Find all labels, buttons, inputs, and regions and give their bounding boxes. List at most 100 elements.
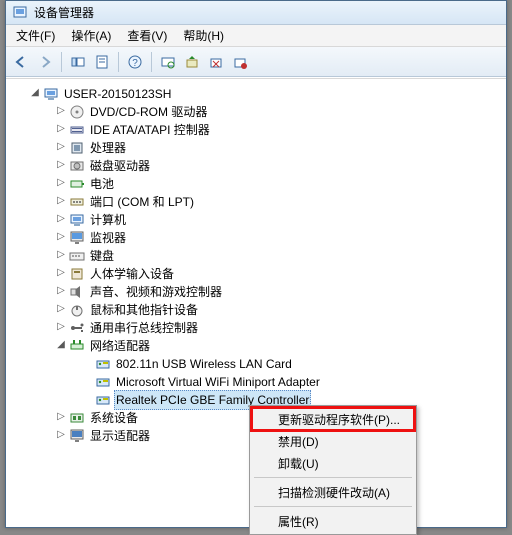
tree-node[interactable]: ▷ 磁盘驱动器 xyxy=(10,157,502,175)
menu-scan-hardware[interactable]: 扫描检测硬件改动(A) xyxy=(252,481,414,503)
tree-label: 处理器 xyxy=(88,139,128,157)
tree-label: 显示适配器 xyxy=(88,427,152,445)
tree-node[interactable]: ▷ 键盘 xyxy=(10,247,502,265)
disable-button[interactable] xyxy=(229,51,251,73)
menu-item-label: 属性(R) xyxy=(278,513,319,530)
menu-file[interactable]: 文件(F) xyxy=(10,25,61,46)
network-card-icon xyxy=(95,374,111,390)
context-menu: 更新驱动程序软件(P)... 禁用(D) 卸载(U) 扫描检测硬件改动(A) 属… xyxy=(249,405,417,535)
tree-node[interactable]: ◢ 网络适配器 xyxy=(10,337,502,355)
tree-label: 声音、视频和游戏控制器 xyxy=(88,283,224,301)
device-icon xyxy=(69,176,85,192)
expand-icon[interactable]: ▷ xyxy=(54,157,68,175)
menu-help[interactable]: 帮助(H) xyxy=(177,25,230,46)
device-icon xyxy=(69,428,85,444)
menu-disable[interactable]: 禁用(D) xyxy=(252,430,414,452)
tree-label: 鼠标和其他指针设备 xyxy=(88,301,200,319)
tree-node[interactable]: ◢ USER-20150123SH xyxy=(10,85,502,103)
expand-icon[interactable]: ▷ xyxy=(54,427,68,445)
device-icon xyxy=(69,284,85,300)
tree-label: 通用串行总线控制器 xyxy=(88,319,200,337)
app-icon xyxy=(12,5,28,21)
network-adapter-icon xyxy=(69,338,85,354)
network-card-icon xyxy=(95,392,111,408)
menu-separator xyxy=(254,477,412,478)
device-icon xyxy=(69,266,85,282)
menu-item-label: 扫描检测硬件改动(A) xyxy=(278,484,390,501)
menu-properties[interactable]: 属性(R) xyxy=(252,510,414,532)
expand-icon[interactable]: ▷ xyxy=(54,229,68,247)
device-icon xyxy=(69,140,85,156)
tree-node[interactable]: ▷ 鼠标和其他指针设备 xyxy=(10,301,502,319)
menu-action[interactable]: 操作(A) xyxy=(65,25,117,46)
tree-node[interactable]: ▷ DVD/CD-ROM 驱动器 xyxy=(10,103,502,121)
expand-icon[interactable]: ▷ xyxy=(54,409,68,427)
tree-label: 电池 xyxy=(88,175,116,193)
device-icon xyxy=(69,302,85,318)
titlebar: 设备管理器 xyxy=(6,1,506,25)
separator xyxy=(61,52,62,72)
tree-node[interactable]: 802.11n USB Wireless LAN Card xyxy=(10,355,502,373)
tree-label: 人体学输入设备 xyxy=(88,265,176,283)
uninstall-button[interactable] xyxy=(205,51,227,73)
menu-update-driver[interactable]: 更新驱动程序软件(P)... xyxy=(252,408,414,430)
expand-icon[interactable]: ▷ xyxy=(54,193,68,211)
menu-separator xyxy=(254,506,412,507)
expand-icon[interactable]: ▷ xyxy=(54,103,68,121)
device-manager-window: 设备管理器 文件(F) 操作(A) 查看(V) 帮助(H) ? ◢ USER-20… xyxy=(5,0,507,528)
tree-label: 键盘 xyxy=(88,247,116,265)
network-card-icon xyxy=(95,356,111,372)
tree-node[interactable]: ▷ 处理器 xyxy=(10,139,502,157)
tree-label: DVD/CD-ROM 驱动器 xyxy=(88,103,209,121)
device-icon xyxy=(69,104,85,120)
computer-icon xyxy=(43,86,59,102)
forward-button[interactable] xyxy=(34,51,56,73)
tree-label: 磁盘驱动器 xyxy=(88,157,152,175)
expand-icon[interactable]: ▷ xyxy=(54,175,68,193)
back-button[interactable] xyxy=(10,51,32,73)
menu-item-label: 更新驱动程序软件(P)... xyxy=(278,411,400,428)
tree-label: 网络适配器 xyxy=(88,337,152,355)
tree-label: 计算机 xyxy=(88,211,128,229)
menu-item-label: 禁用(D) xyxy=(278,433,319,450)
expand-icon[interactable]: ▷ xyxy=(54,265,68,283)
tree-node[interactable]: ▷ 计算机 xyxy=(10,211,502,229)
tree-node[interactable]: ▷ 声音、视频和游戏控制器 xyxy=(10,283,502,301)
expand-icon[interactable]: ▷ xyxy=(54,247,68,265)
menu-uninstall[interactable]: 卸载(U) xyxy=(252,452,414,474)
collapse-icon[interactable]: ◢ xyxy=(28,85,42,103)
tree-label: 监视器 xyxy=(88,229,128,247)
toolbar: ? xyxy=(6,47,506,77)
device-icon xyxy=(69,158,85,174)
tree-node[interactable]: ▷ 电池 xyxy=(10,175,502,193)
tree-node[interactable]: ▷端口 (COM 和 LPT) xyxy=(10,193,502,211)
tree-label: USER-20150123SH xyxy=(62,85,173,103)
device-icon xyxy=(69,122,85,138)
show-hide-tree-button[interactable] xyxy=(67,51,89,73)
expand-icon[interactable]: ▷ xyxy=(54,211,68,229)
expand-icon[interactable]: ▷ xyxy=(54,139,68,157)
device-icon xyxy=(69,410,85,426)
tree-label: Microsoft Virtual WiFi Miniport Adapter xyxy=(114,373,322,391)
expand-icon[interactable]: ▷ xyxy=(54,301,68,319)
device-icon xyxy=(69,320,85,336)
scan-hardware-button[interactable] xyxy=(157,51,179,73)
tree-node[interactable]: ▷ 人体学输入设备 xyxy=(10,265,502,283)
expand-icon[interactable]: ▷ xyxy=(54,283,68,301)
collapse-icon[interactable]: ◢ xyxy=(54,337,68,355)
tree-node[interactable]: ▷ 通用串行总线控制器 xyxy=(10,319,502,337)
expand-icon[interactable]: ▷ xyxy=(54,121,68,139)
expand-icon[interactable]: ▷ xyxy=(54,319,68,337)
properties-button[interactable] xyxy=(91,51,113,73)
separator xyxy=(118,52,119,72)
tree-node[interactable]: Microsoft Virtual WiFi Miniport Adapter xyxy=(10,373,502,391)
update-driver-button[interactable] xyxy=(181,51,203,73)
menu-view[interactable]: 查看(V) xyxy=(121,25,173,46)
tree-label: 系统设备 xyxy=(88,409,140,427)
help-button[interactable]: ? xyxy=(124,51,146,73)
tree-node[interactable]: ▷IDE ATA/ATAPI 控制器 xyxy=(10,121,502,139)
tree-label: 802.11n USB Wireless LAN Card xyxy=(114,355,294,373)
device-icon xyxy=(69,212,85,228)
svg-text:?: ? xyxy=(132,58,138,69)
tree-node[interactable]: ▷ 监视器 xyxy=(10,229,502,247)
